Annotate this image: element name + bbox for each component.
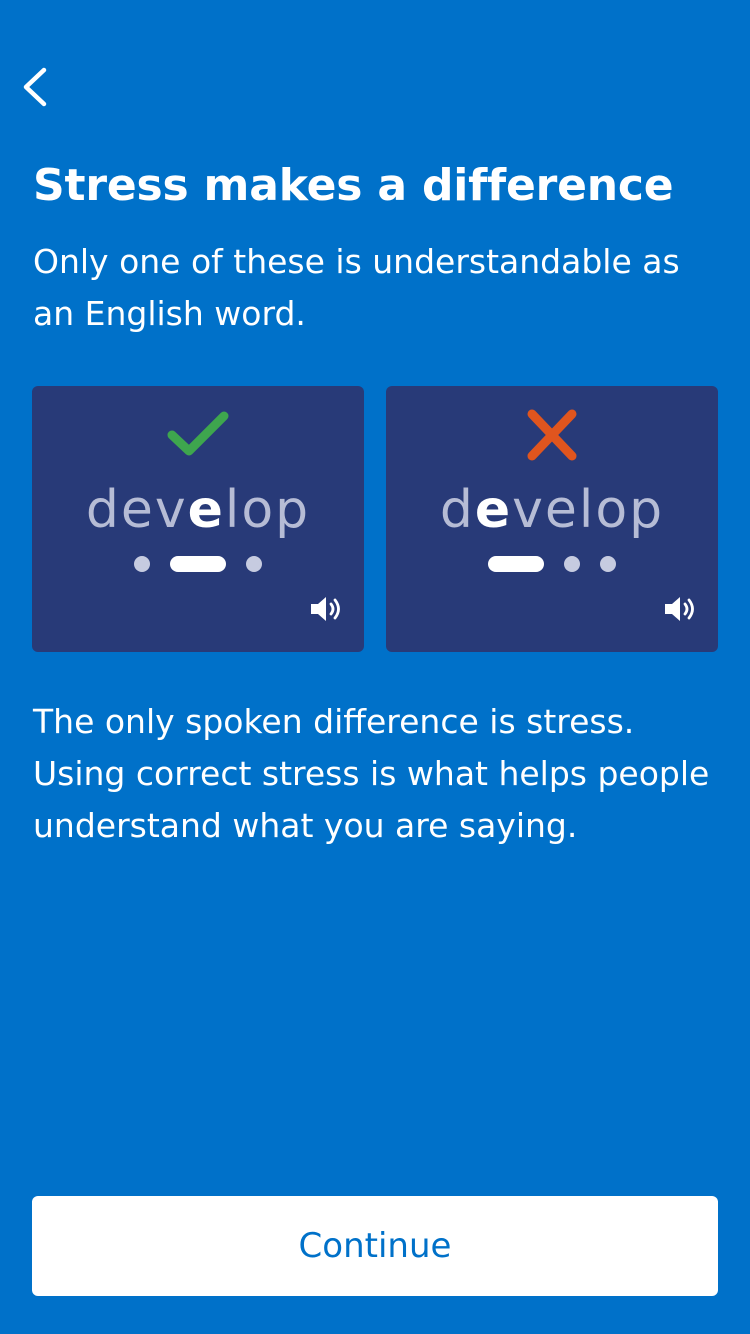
syllable-dot <box>600 556 616 572</box>
speaker-icon[interactable] <box>308 594 344 624</box>
cross-icon <box>386 408 718 468</box>
continue-button[interactable]: Continue <box>32 1196 718 1296</box>
correct-pronunciation-card[interactable]: develop <box>32 386 364 652</box>
back-button[interactable] <box>14 62 60 112</box>
checkmark-icon <box>32 408 364 468</box>
syllable-stress-dash <box>170 556 226 572</box>
syllable-dot <box>246 556 262 572</box>
word-syllable-unstressed: velop <box>512 480 665 540</box>
word-syllable-unstressed: d <box>439 480 475 540</box>
syllable-stress-dash <box>488 556 544 572</box>
stress-pattern <box>386 556 718 572</box>
page-title: Stress makes a difference <box>33 160 674 211</box>
syllable-dot <box>134 556 150 572</box>
stress-pattern <box>32 556 364 572</box>
incorrect-pronunciation-card[interactable]: develop <box>386 386 718 652</box>
speaker-icon[interactable] <box>662 594 698 624</box>
explanation-text: The only spoken difference is stress. Us… <box>33 702 710 845</box>
word-syllable-stressed: e <box>187 480 225 540</box>
syllable-dot <box>564 556 580 572</box>
chevron-left-icon <box>23 67 47 107</box>
word-syllable-unstressed: dev <box>85 480 188 540</box>
word-develop-incorrect: develop <box>386 478 718 542</box>
word-syllable-stressed: e <box>474 480 513 540</box>
word-develop-correct: develop <box>32 478 364 542</box>
word-syllable-unstressed: lop <box>224 480 311 540</box>
page-subtitle: Only one of these is understandable as a… <box>33 242 680 333</box>
